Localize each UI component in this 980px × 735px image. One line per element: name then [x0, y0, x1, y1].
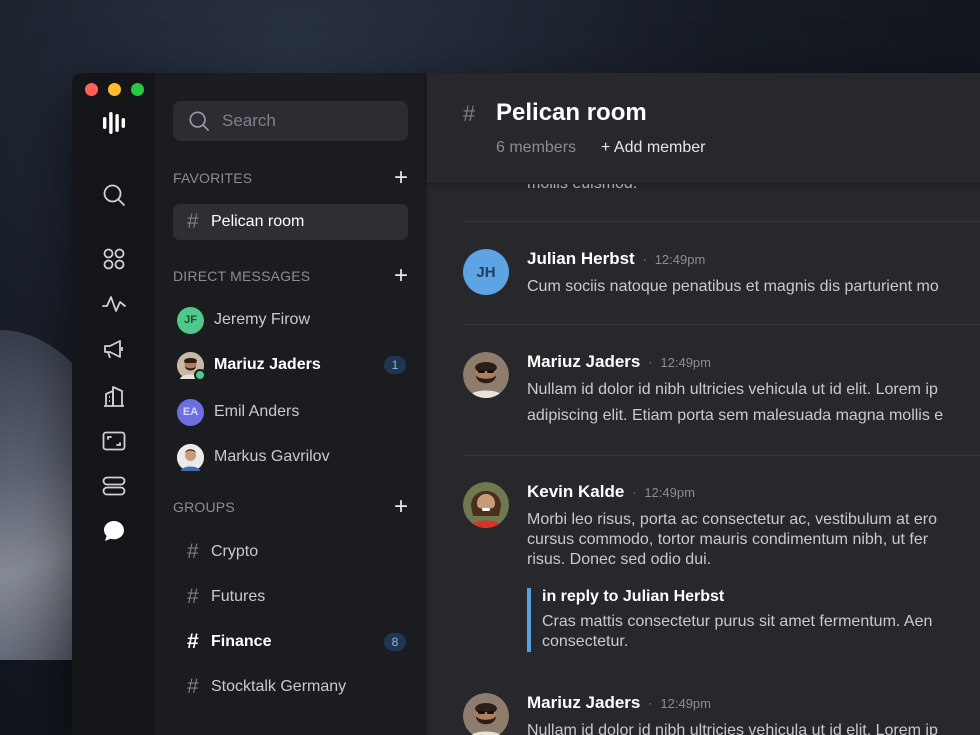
group-label: Finance	[211, 633, 272, 650]
group-item-stocktalk-germany[interactable]: # Stocktalk Germany	[173, 669, 408, 705]
group-item-finance[interactable]: # Finance 8	[173, 624, 408, 660]
direct-messages-header: DIRECT MESSAGES +	[173, 264, 408, 288]
separator-dot: ·	[632, 485, 637, 499]
timestamp: 12:49pm	[660, 695, 711, 711]
megaphone-icon[interactable]	[102, 337, 126, 361]
add-direct-message-button[interactable]: +	[394, 264, 408, 288]
activity-icon[interactable]	[102, 292, 126, 316]
reply-text: Cras mattis consectetur purus sit amet f…	[542, 613, 933, 650]
hash-icon: #	[187, 630, 199, 653]
maximize-window-button[interactable]	[131, 83, 144, 96]
direct-messages-title: DIRECT MESSAGES	[173, 268, 311, 284]
group-item-crypto[interactable]: # Crypto	[173, 534, 408, 570]
separator-dot: ·	[642, 252, 647, 266]
separator-dot: ·	[648, 355, 653, 369]
group-label: Futures	[211, 588, 266, 605]
close-window-button[interactable]	[85, 83, 98, 96]
message-text: Morbi leo risus, porta ac consectetur ac…	[527, 511, 937, 568]
hash-icon: #	[463, 101, 476, 126]
favorites-header: FAVORITES +	[173, 166, 408, 190]
groups-title: GROUPS	[173, 499, 235, 515]
dm-label: Mariuz Jaders	[214, 356, 321, 373]
favorites-title: FAVORITES	[173, 170, 253, 186]
channel-label: Pelican room	[211, 213, 305, 230]
unread-badge: 1	[384, 356, 406, 374]
server-icon[interactable]	[102, 474, 126, 498]
message-item[interactable]: Mariuz Jaders · 12:49pm Nullam id dolor …	[463, 352, 980, 424]
icon-rail	[72, 73, 155, 735]
hash-icon: #	[187, 675, 199, 698]
message-item[interactable]: Kevin Kalde · 12:49pm Morbi leo risus, p…	[463, 482, 980, 672]
chat-panel: # Pelican room 6 members + Add member mo…	[427, 73, 980, 735]
message-divider	[463, 324, 980, 325]
window-controls	[85, 83, 144, 96]
search-icon[interactable]	[102, 183, 126, 207]
channel-sidebar: FAVORITES + # Pelican room DIRECT MESSAG…	[155, 73, 427, 735]
message-item[interactable]: JH Julian Herbst · 12:49pm Cum sociis na…	[463, 249, 980, 309]
search-icon	[189, 111, 209, 131]
message-divider	[463, 455, 980, 456]
message-text: Cum sociis natoque penatibus et magnis d…	[527, 278, 939, 295]
app-window: FAVORITES + # Pelican room DIRECT MESSAG…	[72, 73, 980, 735]
search-input[interactable]	[220, 110, 394, 132]
message-text: Nullam id dolor id nibh ultricies vehicu…	[527, 722, 938, 735]
message-header: Mariuz Jaders · 12:49pm	[527, 352, 711, 372]
reply-quote[interactable]: in reply to Julian Herbst Cras mattis co…	[527, 588, 980, 652]
add-member-button[interactable]: + Add member	[601, 139, 706, 157]
add-favorite-button[interactable]: +	[394, 166, 408, 190]
dm-item-mariuz-jaders[interactable]: Mariuz Jaders 1	[177, 350, 408, 381]
avatar[interactable]	[463, 482, 509, 528]
room-header: # Pelican room 6 members + Add member	[427, 73, 980, 184]
reply-title: in reply to Julian Herbst	[542, 588, 725, 605]
message-header: Julian Herbst · 12:49pm	[527, 249, 705, 269]
author-name[interactable]: Kevin Kalde	[527, 482, 624, 502]
author-name[interactable]: Mariuz Jaders	[527, 693, 640, 713]
hash-icon: #	[187, 585, 199, 608]
avatar: JF	[177, 306, 204, 334]
message-header: Mariuz Jaders · 12:49pm	[527, 693, 711, 713]
room-title: Pelican room	[496, 99, 647, 126]
search-box[interactable]	[173, 101, 408, 141]
dm-item-markus-gavrilov[interactable]: Markus Gavrilov	[177, 442, 408, 472]
avatar	[177, 351, 206, 381]
timestamp: 12:49pm	[644, 484, 695, 500]
chat-bubble-icon[interactable]	[102, 519, 126, 543]
minimize-window-button[interactable]	[108, 83, 121, 96]
avatar[interactable]: JH	[463, 249, 509, 295]
grid-icon[interactable]	[102, 247, 126, 271]
dm-item-emil-anders[interactable]: EA Emil Anders	[177, 397, 408, 427]
online-indicator	[194, 368, 206, 381]
separator-dot: ·	[648, 696, 653, 710]
hash-icon: #	[187, 540, 199, 563]
favorite-item-pelican-room[interactable]: # Pelican room	[173, 204, 408, 240]
author-name[interactable]: Julian Herbst	[527, 249, 635, 269]
timestamp: 12:49pm	[660, 354, 711, 370]
avatar[interactable]	[463, 352, 509, 398]
group-item-futures[interactable]: # Futures	[173, 579, 408, 615]
building-icon[interactable]	[102, 384, 126, 408]
group-label: Stocktalk Germany	[211, 678, 347, 695]
app-logo-icon	[102, 111, 126, 135]
unread-badge: 8	[384, 633, 406, 651]
dm-label: Jeremy Firow	[214, 311, 311, 328]
groups-header: GROUPS +	[173, 495, 408, 519]
dm-label: Markus Gavrilov	[214, 448, 330, 465]
group-label: Crypto	[211, 543, 259, 560]
message-text: Nullam id dolor id nibh ultricies vehicu…	[527, 381, 944, 424]
dm-item-jeremy-firow[interactable]: JF Jeremy Firow	[177, 305, 408, 335]
frame-icon[interactable]	[102, 429, 126, 453]
member-count[interactable]: 6 members	[496, 139, 576, 157]
message-divider	[463, 221, 980, 222]
author-name[interactable]: Mariuz Jaders	[527, 352, 640, 372]
dm-label: Emil Anders	[214, 403, 300, 420]
avatar: EA	[177, 398, 204, 426]
avatar	[177, 443, 204, 471]
message-header: Kevin Kalde · 12:49pm	[527, 482, 695, 502]
avatar[interactable]	[463, 693, 509, 735]
timestamp: 12:49pm	[654, 251, 706, 267]
add-group-button[interactable]: +	[394, 495, 408, 519]
message-item[interactable]: Mariuz Jaders · 12:49pm Nullam id dolor …	[463, 693, 980, 735]
hash-icon: #	[187, 210, 199, 233]
